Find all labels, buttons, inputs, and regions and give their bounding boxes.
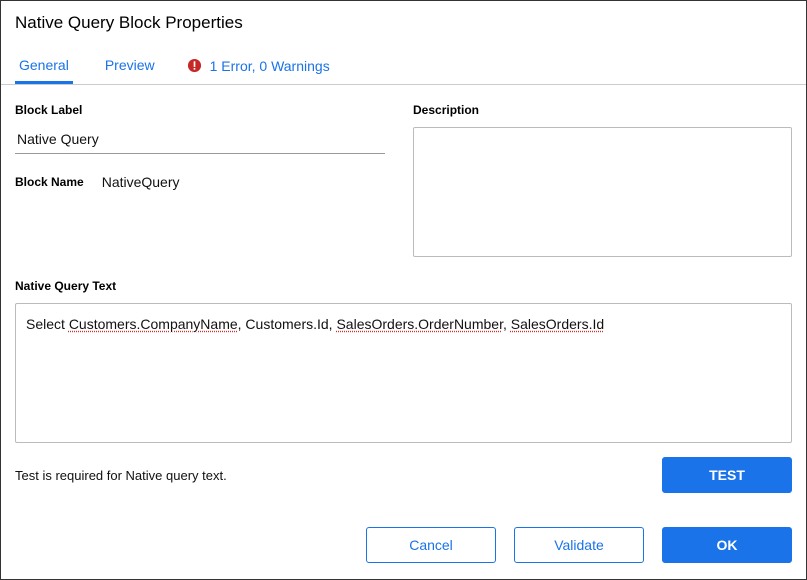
ok-button[interactable]: OK: [662, 527, 792, 563]
test-button[interactable]: TEST: [662, 457, 792, 493]
tab-preview[interactable]: Preview: [101, 47, 159, 84]
tab-errors[interactable]: 1 Error, 0 Warnings: [187, 58, 330, 74]
block-label-label: Block Label: [15, 103, 385, 117]
errors-label: 1 Error, 0 Warnings: [210, 58, 330, 74]
general-panel: Block Label Block Name NativeQuery Descr…: [1, 85, 806, 513]
tabs-bar: General Preview 1 Error, 0 Warnings: [1, 47, 806, 85]
native-query-text-label: Native Query Text: [15, 279, 792, 293]
cancel-button[interactable]: Cancel: [366, 527, 496, 563]
description-label: Description: [413, 103, 792, 117]
block-name-value: NativeQuery: [102, 174, 180, 190]
block-name-label: Block Name: [15, 175, 84, 189]
error-icon: [187, 58, 202, 73]
description-input[interactable]: [413, 127, 792, 257]
dialog-footer: Cancel Validate OK: [1, 513, 806, 579]
validate-button[interactable]: Validate: [514, 527, 644, 563]
tab-general[interactable]: General: [15, 47, 73, 84]
native-query-text-input[interactable]: Select Customers.CompanyName, Customers.…: [15, 303, 792, 443]
dialog-title: Native Query Block Properties: [1, 1, 806, 47]
block-label-input[interactable]: [15, 127, 385, 154]
test-hint: Test is required for Native query text.: [15, 468, 227, 483]
